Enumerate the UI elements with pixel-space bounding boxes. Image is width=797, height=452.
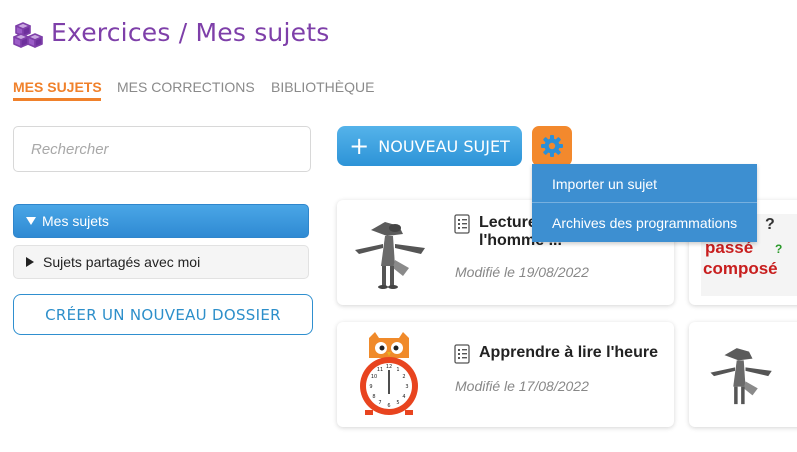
settings-dropdown-menu: Importer un sujet Archives des programma… [532,164,757,242]
svg-text:11: 11 [377,367,383,373]
tab-mes-sujets[interactable]: MES SUJETS [13,79,102,95]
search-box[interactable] [13,126,311,172]
document-icon [454,214,470,234]
svg-text:10: 10 [371,374,377,380]
svg-text:3: 3 [405,384,408,390]
document-icon [454,344,470,364]
settings-button[interactable] [532,126,572,166]
folder-label: Mes sujets [42,213,109,229]
subject-card-partial[interactable] [689,322,797,427]
folder-mes-sujets[interactable]: Mes sujets [13,204,309,238]
svg-text:2: 2 [402,374,405,380]
caret-right-icon [26,257,34,267]
folder-label: Sujets partagés avec moi [43,254,201,270]
wolf-illustration [710,348,772,405]
svg-text:12: 12 [386,364,392,370]
search-input[interactable] [14,127,301,171]
plus-icon: + [349,132,370,160]
tab-mes-corrections[interactable]: MES CORRECTIONS [117,79,255,95]
menu-item-archives[interactable]: Archives des programmations [532,203,757,242]
card-title: Apprendre à lire l'heure [479,344,658,361]
menu-item-import-subject[interactable]: Importer un sujet [532,164,757,203]
svg-text:5: 5 [396,400,399,406]
owl-clock-illustration: 12369 1245 781011 [360,332,418,415]
gear-icon [541,135,563,157]
folder-sujets-partages[interactable]: Sujets partagés avec moi [13,245,309,279]
question-mark: ? [765,216,775,233]
tab-bibliotheque[interactable]: BIBLIOTHÈQUE [271,79,374,95]
new-subject-label: NOUVEAU SUJET [378,136,510,156]
image-text: composé [703,259,778,278]
svg-text:4: 4 [402,394,405,400]
svg-text:9: 9 [369,384,372,390]
create-folder-button[interactable]: CRÉER UN NOUVEAU DOSSIER [13,294,313,335]
subject-card[interactable]: 12 3 6 9 1245 7 8 10 11 Apprendre à lire l'heu… [337,322,674,427]
question-mark: ? [775,242,783,256]
wolf-illustration [355,222,425,289]
card-date: Modifié le 17/08/2022 [455,378,589,394]
svg-text:7: 7 [378,400,381,406]
new-subject-button[interactable]: + NOUVEAU SUJET [337,126,522,166]
caret-down-icon [26,217,36,225]
card-date: Modifié le 19/08/2022 [455,264,589,280]
svg-text:8: 8 [372,394,375,400]
active-tab-indicator [13,98,101,101]
svg-text:6: 6 [387,403,390,409]
page-title: Exercices / Mes sujets [51,18,330,47]
svg-text:1: 1 [396,367,399,373]
cubes-icon [13,22,43,48]
